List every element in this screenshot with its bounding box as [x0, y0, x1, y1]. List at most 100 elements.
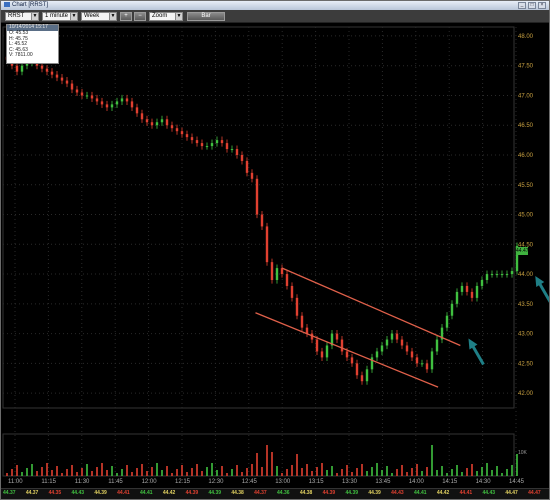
symbol-input[interactable]: RRST ▼ — [5, 12, 39, 21]
volume-bar — [346, 465, 348, 476]
close-icon[interactable]: × — [538, 2, 546, 9]
candle-body — [495, 274, 499, 276]
chevron-down-icon[interactable]: ▼ — [109, 13, 116, 20]
candle-body — [85, 95, 89, 97]
candle-body — [410, 351, 414, 358]
price-strip-value: 44.41 — [414, 490, 427, 496]
interval-select[interactable]: 1 minute ▼ — [42, 12, 78, 21]
candle-body — [445, 315, 449, 328]
volume-bar — [451, 469, 453, 476]
last-price-tag: 44.47 — [516, 247, 529, 255]
maximize-icon[interactable]: □ — [528, 2, 536, 9]
ohlc-tooltip: 10/14/2014 15:17 O: 45.53 H: 45.75 L: 45… — [6, 24, 59, 64]
candle-body — [75, 89, 79, 93]
zoom-select[interactable]: Zoom ▼ — [149, 12, 183, 21]
x-tick-label: 13:45 — [375, 479, 391, 485]
volume-bar — [6, 473, 8, 476]
candle-body — [320, 351, 324, 358]
x-tick-label: 13:00 — [275, 479, 291, 485]
candle-body — [375, 351, 379, 358]
volume-bar — [81, 468, 83, 476]
candle-body — [130, 101, 134, 108]
candle-body — [220, 140, 224, 144]
candle-body — [105, 104, 109, 108]
candle-body — [360, 375, 364, 382]
volume-bar — [276, 466, 278, 476]
price-chart[interactable]: 48.0047.5047.0046.5046.0045.5045.0044.50… — [1, 24, 549, 488]
volume-bar — [391, 473, 393, 476]
volume-bar — [291, 465, 293, 476]
candle-body — [435, 339, 439, 352]
range-select[interactable]: Week ▼ — [81, 12, 117, 21]
candle-body — [235, 149, 239, 155]
volume-bar — [191, 468, 193, 476]
volume-bar — [201, 471, 203, 476]
chart-toolbar: RRST ▼ 1 minute ▼ Week ▼ + − Zoom ▼ Bar — [1, 10, 549, 23]
candle-body — [415, 357, 419, 364]
volume-bar — [21, 472, 23, 476]
candle-body — [200, 143, 204, 147]
volume-bar — [496, 466, 498, 476]
volume-bar — [406, 472, 408, 476]
volume-bar — [261, 467, 263, 476]
candle-body — [50, 71, 54, 75]
zoom-in-button[interactable]: + — [120, 12, 132, 21]
x-tick-label: 14:00 — [409, 479, 425, 485]
title-bar[interactable]: Chart [RRST] _ □ × — [1, 1, 549, 10]
candle-body — [385, 339, 389, 346]
price-strip-value: 44.35 — [48, 490, 62, 496]
candle-body — [315, 339, 319, 352]
price-strip-value: 44.43 — [482, 490, 496, 496]
candle-body — [485, 274, 489, 281]
volume-bar — [171, 473, 173, 476]
volume-bar — [351, 472, 353, 476]
candle-body — [380, 345, 384, 352]
volume-bar — [231, 469, 233, 476]
volume-bar — [61, 473, 63, 476]
volume-bar — [356, 468, 358, 476]
candle-body — [505, 274, 509, 276]
volume-bar — [41, 467, 43, 476]
volume-frame — [2, 433, 515, 477]
y-tick-label: 47.00 — [518, 93, 534, 99]
volume-bar — [371, 467, 373, 476]
price-strip-value: 44.39 — [94, 490, 107, 496]
price-strip-value: 44.37 — [254, 490, 267, 496]
price-strip-value: 44.47 — [505, 490, 518, 496]
bar-type-button[interactable]: Bar — [187, 12, 225, 21]
volume-bar — [481, 467, 483, 476]
candle-body — [185, 134, 189, 138]
candle-body — [135, 107, 139, 114]
zoom-out-button[interactable]: − — [134, 12, 146, 21]
candle-body — [270, 262, 274, 281]
range-value: Week — [84, 13, 100, 19]
chevron-down-icon[interactable]: ▼ — [70, 13, 77, 20]
volume-bar — [411, 468, 413, 476]
x-tick-label: 11:00 — [8, 479, 23, 485]
volume-bar — [426, 467, 428, 476]
candle-body — [45, 68, 49, 72]
chevron-down-icon[interactable]: ▼ — [31, 13, 38, 20]
candle-body — [425, 363, 429, 370]
x-tick-label: 13:15 — [309, 479, 325, 485]
volume-axis-label: 10K — [518, 450, 527, 456]
price-strip-value: 44.41 — [140, 490, 153, 496]
volume-bar — [501, 473, 503, 476]
price-strip-value: 44.41 — [117, 490, 130, 496]
minimize-icon[interactable]: _ — [518, 2, 526, 9]
volume-bar — [251, 464, 253, 476]
volume-bar — [161, 470, 163, 476]
chevron-down-icon[interactable]: ▼ — [175, 13, 182, 20]
volume-bar — [301, 468, 303, 476]
x-tick-label: 11:15 — [41, 479, 56, 485]
y-tick-label: 45.50 — [518, 183, 534, 189]
candle-body — [240, 154, 244, 161]
symbol-value: RRST — [8, 13, 25, 19]
volume-bar — [46, 463, 48, 476]
candle-body — [100, 101, 104, 105]
candle-body — [195, 140, 199, 144]
candle-body — [95, 98, 99, 102]
y-tick-label: 46.00 — [518, 153, 534, 159]
price-strip: 44.37 44.37 44.35 44.43 44.39 44.41 44.41 44.42… — [1, 488, 549, 499]
price-strip-value: 44.37 — [25, 490, 39, 496]
